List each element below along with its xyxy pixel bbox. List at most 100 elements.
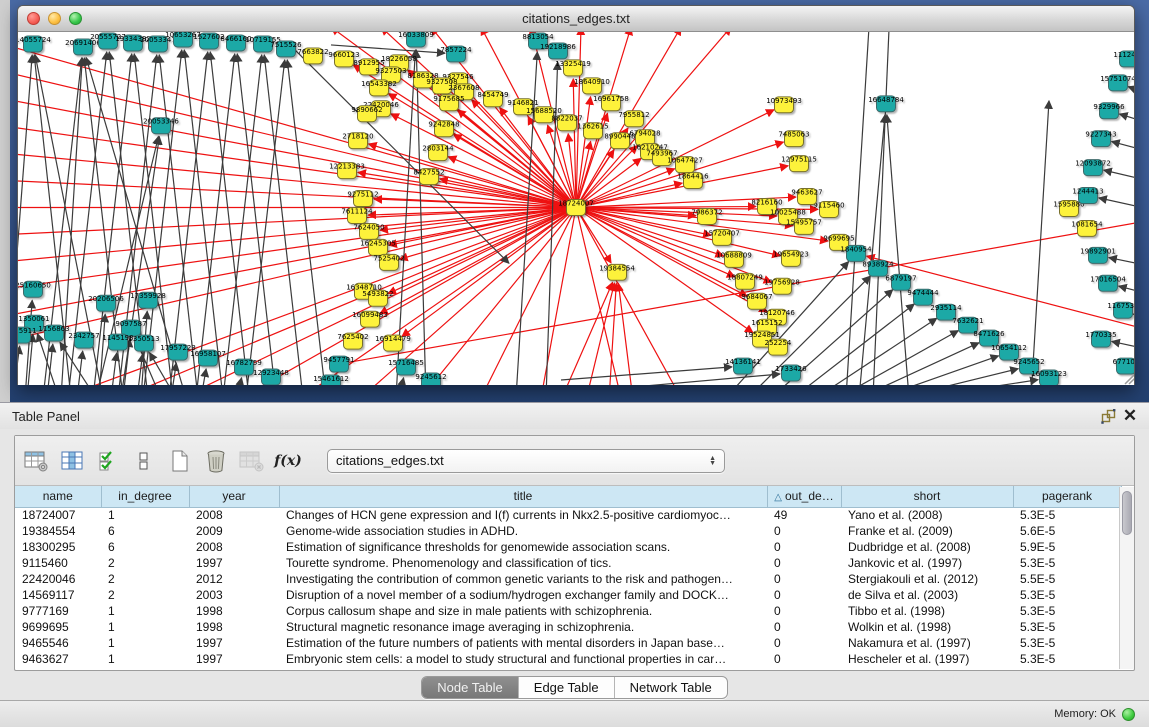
graph-node[interactable]: 20691406 [65,39,101,55]
graph-node[interactable]: 7625402 [337,333,368,349]
graph-node[interactable]: 9684067 [741,293,772,309]
memory-status-icon[interactable] [1122,708,1135,721]
citation-edge-black[interactable] [1133,314,1134,324]
citation-edge-black[interactable] [416,50,426,385]
citation-edge-red[interactable] [18,46,576,208]
table-cell[interactable]: 2 [101,555,189,571]
graph-node[interactable]: 1770335 [1085,331,1116,347]
table-cell[interactable]: Tourette syndrome. Phenomenology and cla… [279,555,767,571]
table-cell[interactable]: Embryonic stem cells: a model to study s… [279,651,767,667]
table-cell[interactable]: 9115460 [15,555,101,571]
citation-edge-black[interactable] [1112,142,1134,155]
graph-node[interactable]: 16914479 [375,335,411,351]
graph-node[interactable]: 19654923 [773,250,809,266]
table-cell[interactable]: 1998 [189,619,279,635]
graph-node[interactable]: 12923448 [253,369,289,385]
table-cell[interactable]: Disruption of a novel member of a sodium… [279,587,767,603]
citation-edge-black[interactable] [859,343,979,385]
table-cell[interactable]: 22420046 [15,571,101,587]
citation-edge-black[interactable] [1120,114,1134,127]
graph-node[interactable]: 9175685 [433,95,464,111]
network-window-titlebar[interactable]: citations_edges.txt [18,6,1134,32]
graph-node[interactable]: 1350513 [128,335,159,351]
table-cell[interactable]: 5.3E-5 [1013,635,1121,651]
graph-node[interactable]: 3915911 [18,327,37,343]
table-row[interactable]: 1872400712008Changes of HCN gene express… [15,507,1121,523]
citation-edge-red[interactable] [561,282,613,385]
citation-edge-black[interactable] [159,55,198,385]
citation-edge-black[interactable] [919,380,1038,385]
table-cell[interactable]: 0 [767,635,841,651]
table-row[interactable]: 977716911998Corpus callosum shape and si… [15,603,1121,619]
column-header-in_degree[interactable]: in_degree [101,486,189,507]
graph-node[interactable]: 19384554 [599,264,635,280]
table-scrollbar[interactable] [1119,487,1134,669]
table-cell[interactable]: 49 [767,507,841,523]
graph-node[interactable]: 19218986 [540,43,576,59]
citation-edge-red[interactable] [18,154,576,208]
table-cell[interactable]: 5.3E-5 [1013,603,1121,619]
graph-node[interactable]: 1840954 [840,245,872,261]
table-cell[interactable]: 18724007 [15,507,101,523]
graph-node[interactable]: 1733426 [775,365,806,381]
graph-node[interactable]: 1167533 [1107,302,1134,318]
table-cell[interactable]: 5.9E-5 [1013,539,1121,555]
graph-node[interactable]: 1112484 [1113,51,1134,67]
graph-node[interactable]: 16245305 [360,239,396,255]
table-cell[interactable]: 0 [767,603,841,619]
table-cell[interactable]: Corpus callosum shape and size in male p… [279,603,767,619]
table-row[interactable]: 911546021997Tourette syndrome. Phenomeno… [15,555,1121,571]
graph-node[interactable]: 677102 [1113,358,1134,374]
graph-node[interactable]: 6879197 [885,274,916,290]
graph-node[interactable]: 16958107 [190,350,226,366]
graph-node[interactable]: 16543382 [361,80,397,96]
citation-edge-black[interactable] [237,378,242,385]
citation-edge-black[interactable] [1109,258,1134,269]
graph-node[interactable]: 19756928 [764,278,800,294]
table-cell[interactable]: 9465546 [15,635,101,651]
column-header-out_de[interactable]: △out_de… [767,486,841,507]
graph-node[interactable]: 2342757 [68,332,99,348]
table-cell[interactable]: 0 [767,523,841,539]
table-cell[interactable]: 5.3E-5 [1013,619,1121,635]
graph-node[interactable]: 10688809 [716,251,752,267]
table-cell[interactable]: 1997 [189,555,279,571]
graph-node[interactable]: 9227343 [1085,131,1116,147]
network-view-window[interactable]: citations_edges.txt 18724007966012389129… [17,5,1135,385]
graph-node[interactable]: 9474444 [907,289,939,305]
table-cell[interactable]: 1998 [189,603,279,619]
table-cell[interactable]: Nakamura et al. (1997) [841,635,1013,651]
citation-edge-black[interactable] [561,367,732,380]
graph-node[interactable]: 2803144 [422,145,454,161]
table-cell[interactable]: 2 [101,571,189,587]
table-cell[interactable]: Yano et al. (2008) [841,507,1013,523]
table-cell[interactable]: 6 [101,523,189,539]
graph-node[interactable]: 8454749 [477,91,508,107]
citation-edge-black[interactable] [111,353,117,385]
table-cell[interactable]: 0 [767,619,841,635]
table-cell[interactable]: 19384554 [15,523,101,539]
table-cell[interactable]: 2 [101,587,189,603]
tab-edge-table[interactable]: Edge Table [518,677,614,698]
table-cell[interactable]: Estimation of significance thresholds fo… [279,539,767,555]
table-cell[interactable]: Jankovic et al. (1997) [841,555,1013,571]
table-cell[interactable]: 5.3E-5 [1013,651,1121,667]
graph-node[interactable]: 15461612 [313,375,349,385]
table-cell[interactable]: 0 [767,555,841,571]
graph-node[interactable]: 16099483 [352,311,388,327]
citation-edge-black[interactable] [77,351,83,385]
close-panel-icon[interactable]: ✕ [1119,407,1141,425]
graph-node[interactable]: 9275112 [347,191,378,207]
table-cell[interactable]: Dudbridge et al. (2008) [841,539,1013,555]
citation-edge-red[interactable] [576,32,631,208]
column-chooser-icon[interactable] [59,448,85,474]
table-row[interactable]: 946362711997Embryonic stem cells: a mode… [15,651,1121,667]
graph-node[interactable]: 9457791 [323,356,354,372]
table-cell[interactable]: de Silva et al. (2003) [841,587,1013,603]
table-cell[interactable]: 1 [101,507,189,523]
table-cell[interactable]: 2003 [189,587,279,603]
citation-edge-black[interactable] [873,32,889,385]
table-cell[interactable]: Hescheler et al. (1997) [841,651,1013,667]
table-cell[interactable]: 2009 [189,523,279,539]
graph-node[interactable]: 9890662 [351,106,382,122]
